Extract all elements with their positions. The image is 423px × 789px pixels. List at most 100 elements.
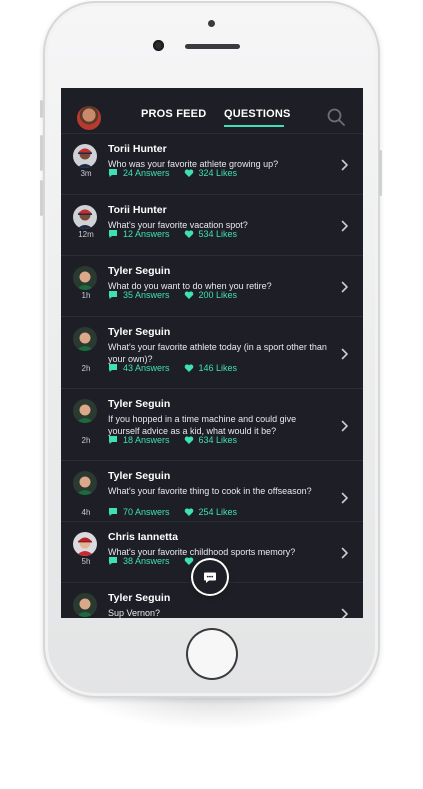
answers-count[interactable]: 38 Answers xyxy=(123,556,170,566)
question-time: 12m xyxy=(78,230,94,239)
question-row[interactable]: 2h Tyler Seguin What's your favorite athle… xyxy=(61,317,363,389)
answers-count[interactable]: 12 Answers xyxy=(123,229,170,239)
phone-mockup-stage: PROS FEED QUESTIONS 3m Torii Hunter Who wa… xyxy=(0,0,423,789)
question-time: 3m xyxy=(80,169,92,178)
profile-avatar[interactable] xyxy=(77,106,101,130)
likes-group[interactable]: 534 Likes xyxy=(184,229,238,239)
likes-count: 146 Likes xyxy=(198,363,238,373)
pro-avatar[interactable] xyxy=(73,532,97,556)
chevron-right-icon[interactable] xyxy=(341,546,349,559)
question-time: 5h xyxy=(81,557,91,566)
pro-avatar[interactable] xyxy=(73,471,97,495)
question-stats: 70 Answers 254 Likes xyxy=(108,507,237,517)
chat-bubble-icon xyxy=(109,508,117,516)
likes-group[interactable] xyxy=(184,556,199,566)
question-row[interactable]: 2h Tyler Seguin If you hopped in a time ma… xyxy=(61,389,363,461)
heart-icon[interactable] xyxy=(184,168,194,178)
question-row[interactable]: 12m Torii Hunter What's your favorite vaca… xyxy=(61,195,363,256)
pro-name: Chris Iannetta xyxy=(108,531,179,543)
heart-icon[interactable] xyxy=(184,363,194,373)
answers-count[interactable]: 24 Answers xyxy=(123,168,170,178)
search-icon[interactable] xyxy=(327,108,345,126)
likes-group[interactable]: 634 Likes xyxy=(184,435,238,445)
likes-count: 534 Likes xyxy=(198,229,238,239)
question-text: What's your favorite thing to cook in th… xyxy=(108,486,312,496)
pro-name: Tyler Seguin xyxy=(108,326,171,338)
question-text: If you hopped in a time machine and coul… xyxy=(108,414,297,436)
active-tab-indicator xyxy=(224,125,284,127)
likes-group[interactable]: 254 Likes xyxy=(184,507,238,517)
question-row[interactable]: 1h Tyler Seguin What do you want to do whe… xyxy=(61,256,363,317)
chevron-right-icon[interactable] xyxy=(341,280,349,293)
mute-switch xyxy=(40,100,43,118)
compose-message-button[interactable] xyxy=(193,560,227,594)
chat-bubble-icon xyxy=(109,364,117,372)
front-camera xyxy=(153,40,164,51)
app-screen: PROS FEED QUESTIONS 3m Torii Hunter Who wa… xyxy=(61,88,363,618)
chat-bubble-icon xyxy=(109,557,117,565)
heart-icon[interactable] xyxy=(184,507,194,517)
likes-count: 634 Likes xyxy=(198,435,238,445)
question-stats: 35 Answers 200 Likes xyxy=(108,290,237,300)
question-time: 1h xyxy=(81,291,91,300)
heart-icon[interactable] xyxy=(184,290,194,300)
likes-group[interactable]: 146 Likes xyxy=(184,363,238,373)
pro-avatar[interactable] xyxy=(73,399,97,423)
pro-name: Tyler Seguin xyxy=(108,470,171,482)
pro-avatar[interactable] xyxy=(73,593,97,617)
likes-count: 324 Likes xyxy=(198,168,238,178)
chevron-right-icon[interactable] xyxy=(341,347,349,360)
pro-avatar[interactable] xyxy=(73,266,97,290)
answers-count[interactable]: 18 Answers xyxy=(123,435,170,445)
pro-name: Tyler Seguin xyxy=(108,398,171,410)
tab-pros-feed[interactable]: PROS FEED xyxy=(141,108,206,120)
chat-bubble-icon xyxy=(109,230,117,238)
question-text: Sup Vernon? xyxy=(108,608,161,618)
pro-avatar[interactable] xyxy=(73,205,97,229)
chevron-right-icon[interactable] xyxy=(341,158,349,171)
compose-message-icon xyxy=(204,572,216,583)
question-stats: 43 Answers 146 Likes xyxy=(108,363,237,373)
likes-count: 254 Likes xyxy=(198,507,238,517)
question-time: 2h xyxy=(81,436,91,445)
heart-icon[interactable] xyxy=(184,435,194,445)
chevron-right-icon[interactable] xyxy=(341,419,349,432)
question-text: What's your favorite athlete today (in a… xyxy=(108,342,327,364)
pro-name: Tyler Seguin xyxy=(108,265,171,277)
volume-down-button xyxy=(40,180,43,216)
answers-count[interactable]: 70 Answers xyxy=(123,507,170,517)
chat-bubble-icon xyxy=(109,436,117,444)
pro-name: Torii Hunter xyxy=(108,143,167,155)
top-navigation-bar: PROS FEED QUESTIONS xyxy=(61,88,363,134)
chat-bubble-icon xyxy=(109,169,117,177)
proximity-sensor xyxy=(208,20,215,27)
chevron-right-icon[interactable] xyxy=(341,607,349,618)
question-time: 4h xyxy=(81,508,91,517)
question-stats: 12 Answers 534 Likes xyxy=(108,229,237,239)
likes-group[interactable]: 324 Likes xyxy=(184,168,238,178)
tab-questions[interactable]: QUESTIONS xyxy=(224,108,291,120)
pro-name: Tyler Seguin xyxy=(108,592,171,604)
question-time: 2h xyxy=(81,364,91,373)
heart-icon[interactable] xyxy=(184,229,194,239)
questions-list: 3m Torii Hunter Who was your favorite athl… xyxy=(61,134,363,618)
answers-count[interactable]: 35 Answers xyxy=(123,290,170,300)
answers-count[interactable]: 43 Answers xyxy=(123,363,170,373)
question-row[interactable]: 4h Tyler Seguin What's your favorite thing… xyxy=(61,461,363,522)
question-row[interactable]: 3m Torii Hunter Who was your favorite athl… xyxy=(61,134,363,195)
question-stats: 38 Answers xyxy=(108,556,199,566)
pro-name: Torii Hunter xyxy=(108,204,167,216)
power-button xyxy=(379,150,382,196)
home-button[interactable] xyxy=(186,628,238,680)
likes-count: 200 Likes xyxy=(198,290,238,300)
question-stats: 24 Answers 324 Likes xyxy=(108,168,237,178)
earpiece-speaker xyxy=(185,44,240,49)
pro-avatar[interactable] xyxy=(73,327,97,351)
chevron-right-icon[interactable] xyxy=(341,491,349,504)
volume-up-button xyxy=(40,135,43,171)
heart-icon[interactable] xyxy=(184,556,194,566)
question-stats: 18 Answers 634 Likes xyxy=(108,435,237,445)
likes-group[interactable]: 200 Likes xyxy=(184,290,238,300)
pro-avatar[interactable] xyxy=(73,144,97,168)
chevron-right-icon[interactable] xyxy=(341,219,349,232)
